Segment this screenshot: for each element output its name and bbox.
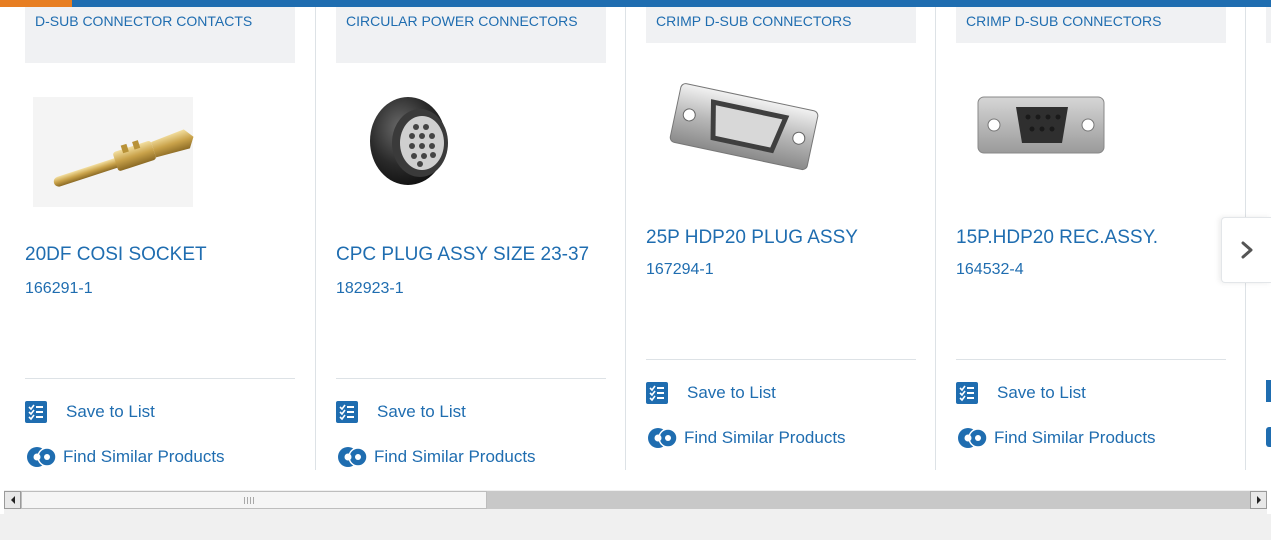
- save-to-list-button[interactable]: Save to List: [956, 380, 1086, 406]
- card-divider: [956, 359, 1226, 360]
- scroll-left-arrow-icon: [10, 496, 15, 504]
- product-title[interactable]: 15P.HDP20 REC.ASSY.: [956, 227, 1246, 249]
- product-card: CIRCULAR POWER CONNECTORS CPC PLUG ASSY …: [336, 7, 606, 470]
- category-tag[interactable]: CRIMP D-SUB CONNECTORS: [956, 7, 1226, 43]
- card-divider: [25, 378, 295, 379]
- save-list-icon: [646, 382, 668, 404]
- chevron-right-icon: [1241, 241, 1252, 259]
- save-to-list-label: Save to List: [377, 402, 466, 421]
- scroll-left-button[interactable]: [4, 491, 21, 509]
- product-title[interactable]: CPC PLUG ASSY SIZE 23-37: [336, 244, 626, 266]
- scroll-right-button[interactable]: [1250, 491, 1267, 509]
- find-similar-icon: [336, 445, 370, 469]
- scrollbar-thumb[interactable]: [21, 491, 487, 509]
- card-separator: [625, 7, 626, 470]
- find-similar-icon: [646, 426, 680, 450]
- part-number[interactable]: 182923-1: [336, 280, 404, 298]
- d-sub-contact-image[interactable]: [25, 69, 225, 209]
- scroll-right-arrow-icon: [1256, 496, 1261, 504]
- save-to-list-label: Save to List: [66, 402, 155, 421]
- find-similar-button[interactable]: Find Similar Products: [336, 444, 536, 470]
- save-to-list-button[interactable]: Save to List: [646, 380, 776, 406]
- part-number[interactable]: 167294-1: [646, 261, 714, 279]
- product-title[interactable]: 25P HDP20 PLUG ASSY: [646, 227, 936, 249]
- scrollbar-track[interactable]: [487, 491, 1250, 509]
- active-tab-indicator: [0, 0, 72, 7]
- window-footer: [0, 514, 1271, 540]
- category-tag[interactable]: CIRCULAR POWER CONNECTORS: [336, 7, 606, 63]
- find-similar-label: Find Similar Products: [994, 428, 1156, 447]
- top-accent-bar: [0, 0, 1271, 7]
- save-list-icon: [336, 401, 358, 423]
- card-separator: [935, 7, 936, 470]
- card-divider: [336, 378, 606, 379]
- find-similar-button[interactable]: Find Similar Products: [646, 425, 846, 451]
- product-carousel: D-SUB CONNECTOR CONTACTS 20DF COSI SOCKE…: [0, 7, 1271, 490]
- save-to-list-button[interactable]: Save to List: [336, 399, 466, 425]
- find-similar-label: Find Similar Products: [374, 447, 536, 466]
- category-tag[interactable]: CRIMP D-SUB CONNECTORS: [646, 7, 916, 43]
- part-number[interactable]: 166291-1: [25, 280, 93, 298]
- save-to-list-label: Save to List: [687, 383, 776, 402]
- category-tag-partial: [1266, 7, 1271, 43]
- thumb-grip: [244, 497, 254, 504]
- d-sub-plug-image[interactable]: [646, 57, 846, 197]
- save-list-icon: [25, 401, 47, 423]
- horizontal-scrollbar[interactable]: [4, 490, 1267, 514]
- card-separator: [315, 7, 316, 470]
- product-card: CRIMP D-SUB CONNECTORS 15P.HDP20 REC.ASS…: [956, 7, 1226, 470]
- save-list-icon: [1266, 380, 1271, 402]
- circular-connector-image[interactable]: [336, 69, 536, 209]
- find-similar-label: Find Similar Products: [684, 428, 846, 447]
- save-to-list-label: Save to List: [997, 383, 1086, 402]
- card-divider: [646, 359, 916, 360]
- find-similar-button[interactable]: Find Similar Products: [25, 444, 225, 470]
- save-list-icon: [956, 382, 978, 404]
- carousel-next-button[interactable]: [1221, 217, 1271, 283]
- d-sub-receptacle-image[interactable]: [956, 57, 1156, 197]
- product-card: D-SUB CONNECTOR CONTACTS 20DF COSI SOCKE…: [25, 7, 295, 470]
- find-similar-label: Find Similar Products: [63, 447, 225, 466]
- find-similar-icon: [1266, 427, 1271, 447]
- category-tag[interactable]: D-SUB CONNECTOR CONTACTS: [25, 7, 295, 63]
- product-card: CRIMP D-SUB CONNECTORS 25P HDP20 PLUG AS…: [646, 7, 916, 470]
- part-number[interactable]: 164532-4: [956, 261, 1024, 279]
- find-similar-button[interactable]: Find Similar Products: [956, 425, 1156, 451]
- product-title[interactable]: 20DF COSI SOCKET: [25, 244, 315, 266]
- find-similar-icon: [25, 445, 59, 469]
- find-similar-icon: [956, 426, 990, 450]
- save-to-list-button[interactable]: Save to List: [25, 399, 155, 425]
